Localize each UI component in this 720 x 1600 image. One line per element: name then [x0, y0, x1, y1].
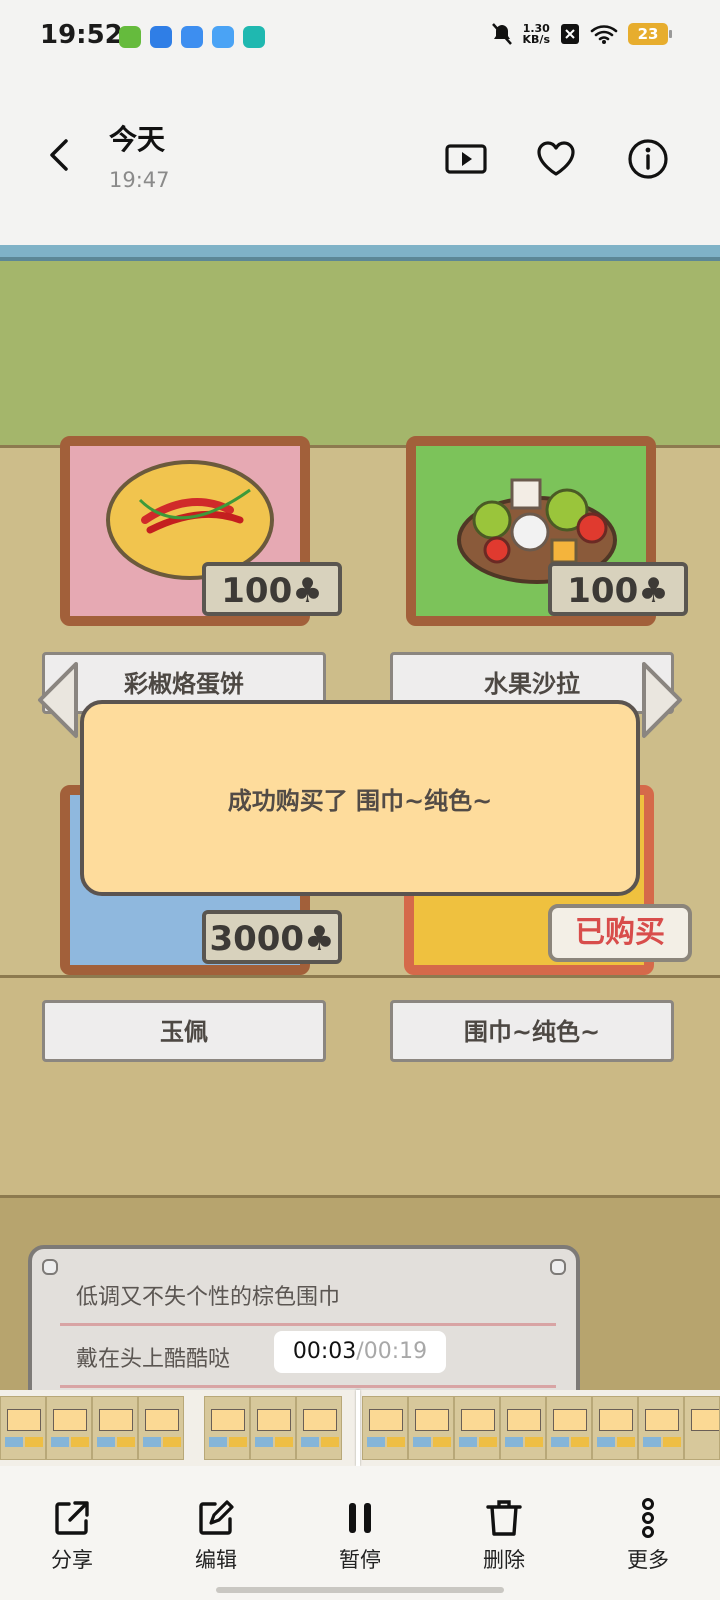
back-button[interactable] — [40, 135, 80, 175]
plus-app-icon — [150, 26, 172, 48]
filmstrip-frame — [204, 1396, 250, 1460]
files-app-icon — [212, 26, 234, 48]
net-speed: 1.30 KB/s — [523, 23, 550, 45]
shop-awning — [0, 245, 720, 261]
delete-button[interactable]: 删除 — [454, 1498, 554, 1588]
cloud-app-icon — [181, 26, 203, 48]
page-subtitle: 19:47 — [109, 168, 170, 192]
filmstrip-frame — [546, 1396, 592, 1460]
home-indicator[interactable] — [216, 1587, 504, 1593]
pause-label: 暂停 — [339, 1548, 381, 1572]
edit-icon — [199, 1500, 234, 1535]
filmstrip-frame — [92, 1396, 138, 1460]
game-next-arrow-icon[interactable] — [640, 660, 684, 740]
filmstrip-frame — [684, 1396, 720, 1460]
filmstrip-playhead[interactable] — [356, 1390, 360, 1466]
price-tag-fruit-salad: 100♣ — [548, 562, 688, 616]
info-button[interactable] — [626, 137, 670, 181]
description-rule-2 — [60, 1385, 556, 1388]
wifi-icon — [590, 25, 618, 44]
description-line-2: 戴在头上酷酷哒 — [76, 1347, 231, 1372]
delete-label: 删除 — [483, 1548, 525, 1572]
play-slideshow-icon — [445, 144, 487, 174]
bought-badge: 已购买 — [548, 904, 692, 962]
share-button[interactable]: 分享 — [22, 1498, 122, 1588]
price-tag-jade: 3000♣ — [202, 910, 342, 964]
omelette-image — [106, 460, 274, 580]
filmstrip-frame — [250, 1396, 296, 1460]
filmstrip-frame — [500, 1396, 546, 1460]
clover-icon: ♣ — [304, 919, 335, 959]
filmstrip-frame — [454, 1396, 500, 1460]
total-time: 00:19 — [363, 1339, 428, 1364]
shop-wall — [0, 261, 720, 451]
time-separator: / — [356, 1339, 364, 1364]
trash-icon — [486, 1500, 522, 1536]
filmstrip-frame — [362, 1396, 408, 1460]
info-icon — [628, 139, 668, 179]
pause-button[interactable]: 暂停 — [310, 1498, 410, 1588]
purchase-toast-text: 成功购买了 围巾~纯色~ — [227, 786, 493, 815]
upload-app-icon — [119, 26, 141, 48]
filmstrip-frame — [138, 1396, 184, 1460]
net-speed-unit: KB/s — [522, 33, 550, 46]
page-title: 今天 — [109, 123, 166, 156]
mute-icon — [491, 23, 512, 45]
edit-button[interactable]: 编辑 — [166, 1498, 266, 1588]
description-line-1: 低调又不失个性的棕色围巾 — [76, 1285, 341, 1310]
filmstrip-frame — [638, 1396, 684, 1460]
more-button[interactable]: 更多 — [598, 1498, 698, 1588]
board-pin-right — [550, 1259, 566, 1275]
favorite-button[interactable] — [534, 137, 578, 181]
video-filmstrip[interactable] — [0, 1390, 720, 1466]
filmstrip-frame — [46, 1396, 92, 1460]
filmstrip-frame — [296, 1396, 342, 1460]
video-time-display: 00:03/00:19 — [274, 1331, 446, 1373]
pause-icon — [349, 1503, 371, 1533]
status-time: 19:52 — [40, 20, 123, 50]
back-icon — [50, 139, 68, 171]
edit-label: 编辑 — [195, 1548, 237, 1572]
slideshow-button[interactable] — [444, 137, 488, 181]
filmstrip-frame — [0, 1396, 46, 1460]
more-label: 更多 — [627, 1548, 669, 1572]
item-label-jade: 玉佩 — [42, 1000, 326, 1062]
more-dots-icon — [642, 1498, 654, 1538]
close-box-icon — [561, 24, 579, 44]
filmstrip-frame — [592, 1396, 638, 1460]
clover-icon: ♣ — [292, 571, 323, 611]
share-icon — [55, 1501, 89, 1535]
price-value-jade: 3000 — [209, 919, 305, 959]
price-value-omelette: 100 — [221, 571, 293, 611]
current-time: 00:03 — [292, 1339, 357, 1364]
item-label-scarf: 围巾~纯色~ — [390, 1000, 674, 1062]
price-value-fruit-salad: 100 — [567, 571, 639, 611]
purchase-toast: 成功购买了 围巾~纯色~ — [80, 700, 640, 896]
board-pin-left — [42, 1259, 58, 1275]
game-prev-arrow-icon[interactable] — [36, 660, 80, 740]
status-icons: 1.30 KB/s 23 — [491, 22, 672, 46]
clover-icon: ♣ — [638, 571, 669, 611]
share-label: 分享 — [51, 1548, 93, 1572]
price-tag-omelette: 100♣ — [202, 562, 342, 616]
description-rule-1 — [60, 1323, 556, 1326]
filmstrip-frame — [408, 1396, 454, 1460]
battery-indicator: 23 — [628, 23, 672, 45]
edge-app-icon — [243, 26, 265, 48]
heart-icon — [537, 141, 575, 176]
